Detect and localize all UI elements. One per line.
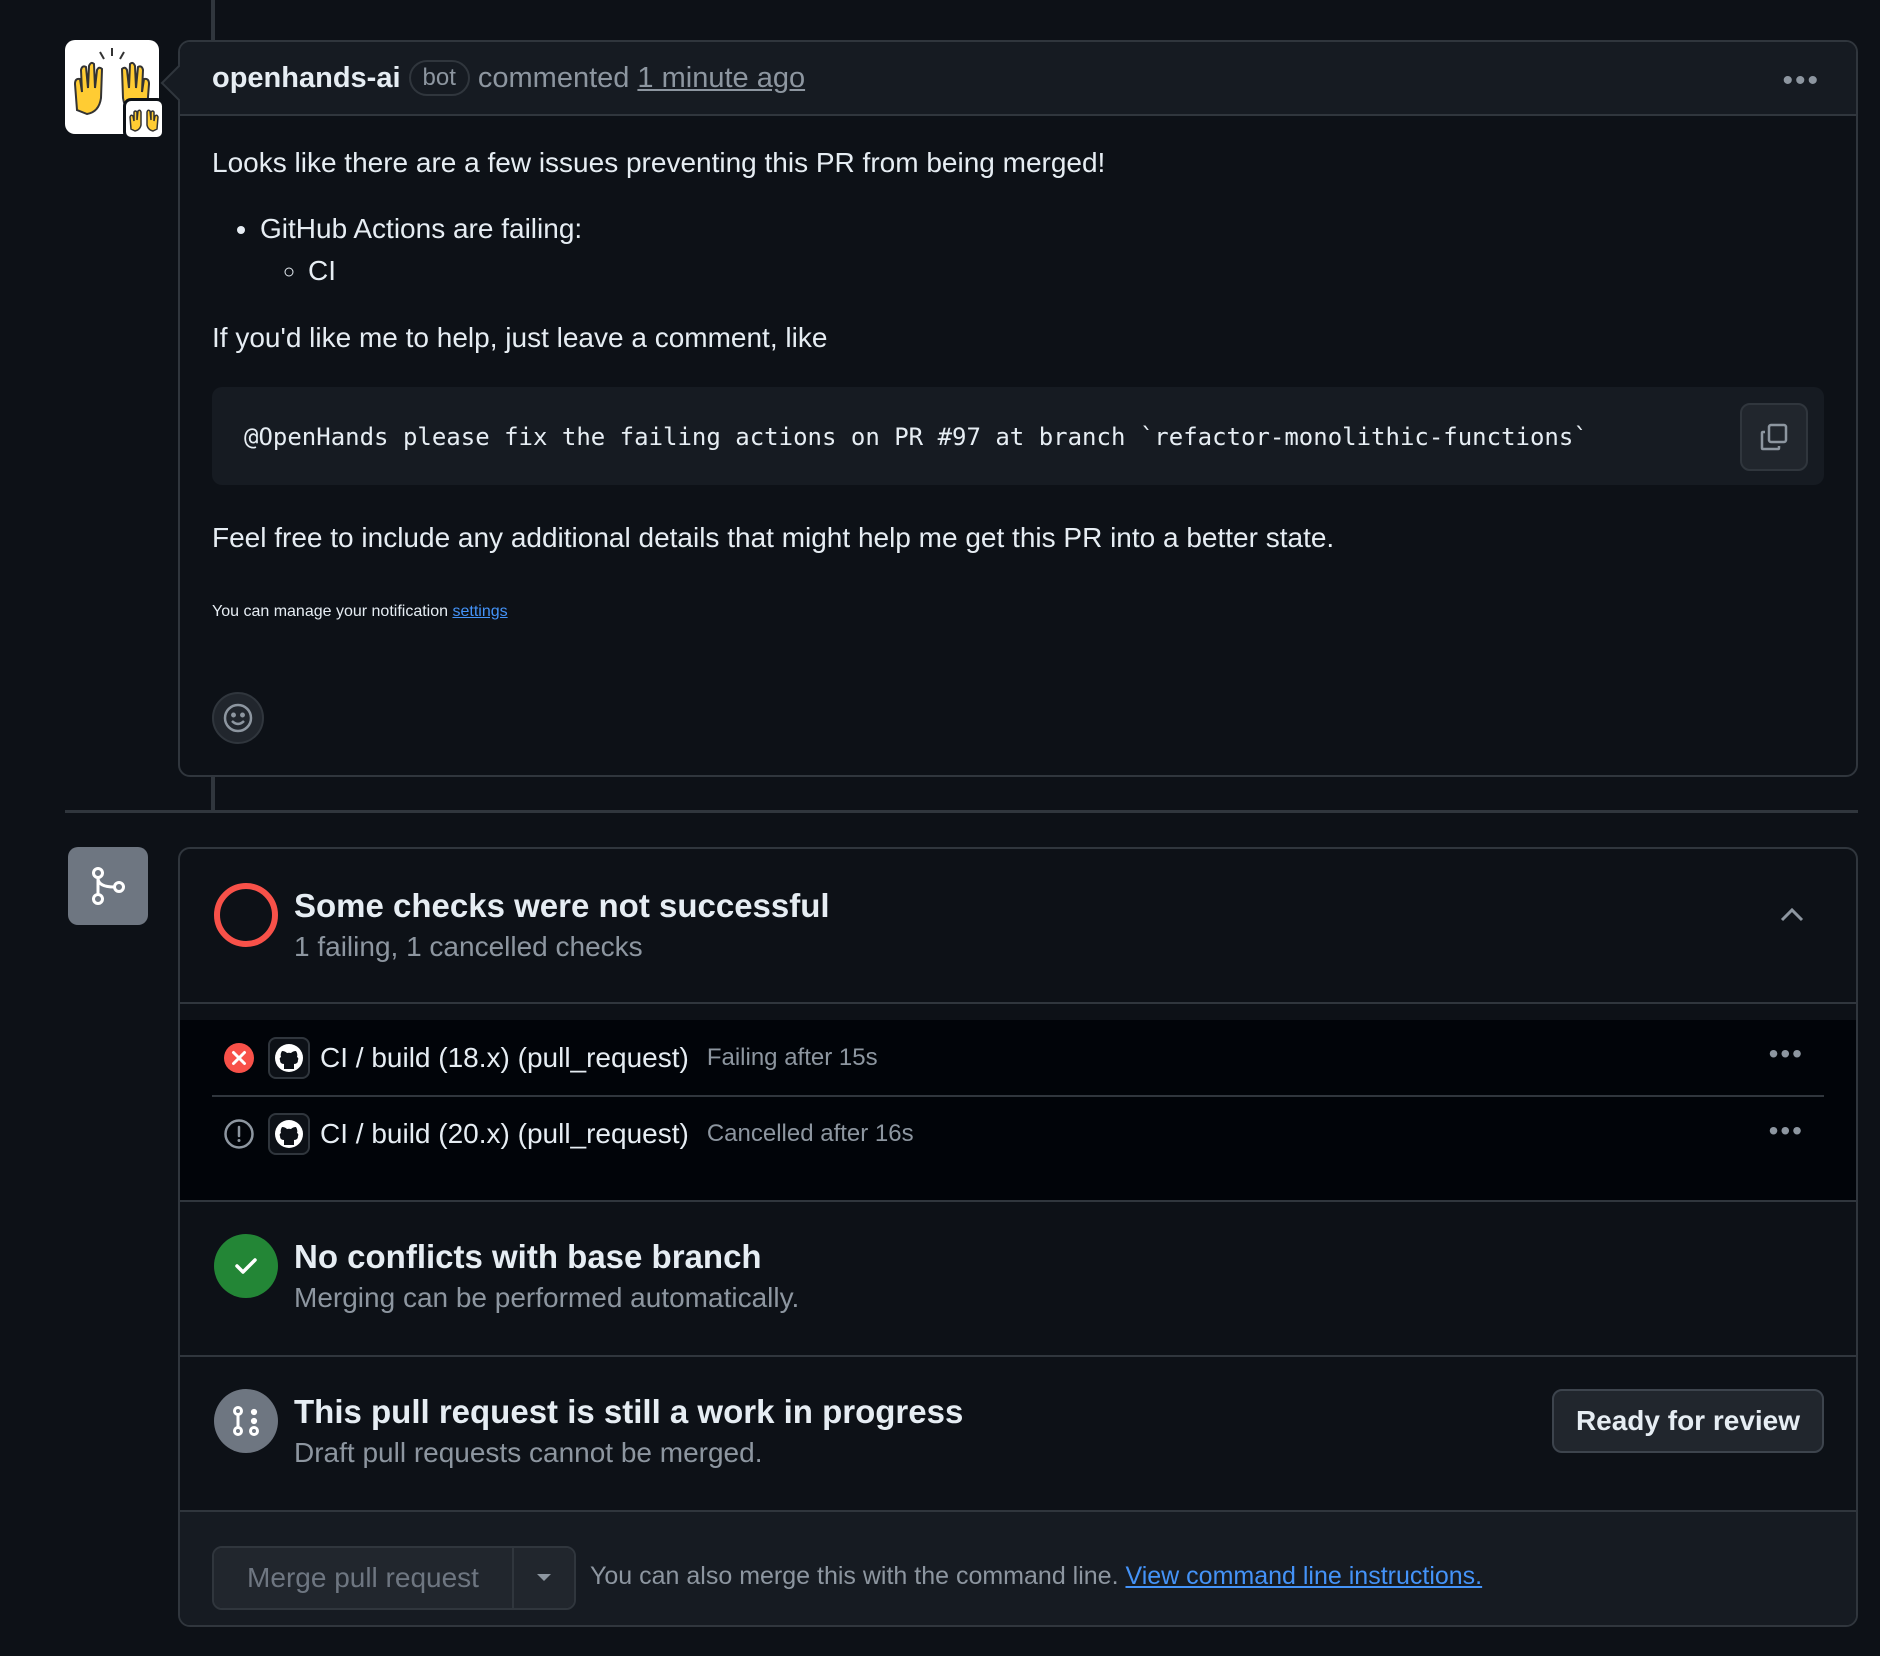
draft-section: This pull request is still a work in pro…	[180, 1357, 1856, 1512]
timeline-divider	[65, 810, 1858, 813]
github-logo-icon	[268, 1112, 310, 1155]
triangle-down-icon	[537, 1574, 551, 1581]
comment-body: Looks like there are a few issues preven…	[180, 116, 1856, 623]
bot-mini-avatar	[123, 98, 165, 140]
issue-sublist: CI	[260, 252, 1824, 290]
check-row[interactable]: CI / build (18.x) (pull_request) Failing…	[212, 1020, 1824, 1095]
chevron-up-icon[interactable]	[1778, 905, 1806, 925]
ready-for-review-button[interactable]: Ready for review	[1552, 1389, 1824, 1453]
conflicts-text: No conflicts with base branch Merging ca…	[294, 1238, 799, 1314]
git-branch-icon	[92, 867, 125, 905]
bot-avatar[interactable]	[65, 40, 165, 140]
bot-badge: bot	[408, 60, 470, 96]
comment-closing: Feel free to include any additional deta…	[212, 522, 1335, 554]
check-name[interactable]: CI / build (18.x) (pull_request)	[320, 1042, 689, 1074]
issue-list: GitHub Actions are failing: CI	[212, 210, 1824, 290]
bot-comment: openhands-ai bot commented 1 minute ago …	[178, 40, 1858, 777]
checks-subtitle: 1 failing, 1 cancelled checks	[294, 931, 643, 962]
timeline-line-mid	[211, 777, 215, 810]
checks-title: Some checks were not successful	[294, 887, 830, 924]
code-text[interactable]: @OpenHands please fix the failing action…	[244, 423, 1588, 451]
merge-pull-request-button[interactable]: Merge pull request	[214, 1548, 512, 1608]
merge-status-icon	[68, 847, 148, 925]
comment-intro: Looks like there are a few issues preven…	[212, 147, 1106, 178]
check-name[interactable]: CI / build (20.x) (pull_request)	[320, 1118, 689, 1150]
code-block: @OpenHands please fix the failing action…	[212, 387, 1824, 486]
merge-action-row: Merge pull request You can also merge th…	[180, 1512, 1856, 1625]
check-options-icon[interactable]: •••	[1769, 1040, 1804, 1068]
merge-box: Some checks were not successful 1 failin…	[178, 847, 1858, 1627]
command-line-instructions-link[interactable]: View command line instructions.	[1125, 1562, 1482, 1590]
copy-button[interactable]	[1740, 403, 1808, 472]
checks-summary[interactable]: Some checks were not successful 1 failin…	[180, 849, 1856, 1004]
settings-link[interactable]: settings	[452, 603, 507, 620]
draft-text: This pull request is still a work in pro…	[294, 1393, 963, 1469]
comment-help: If you'd like me to help, just leave a c…	[212, 322, 828, 354]
comment-header: openhands-ai bot commented 1 minute ago …	[180, 42, 1856, 116]
check-row[interactable]: CI / build (20.x) (pull_request) Cancell…	[212, 1095, 1824, 1170]
merge-command-line-note: You can also merge this with the command…	[590, 1562, 1482, 1591]
comment-options-icon[interactable]: •••	[1782, 66, 1820, 96]
merge-note-text: You can also merge this with the command…	[590, 1562, 1119, 1590]
notification-note-text: You can manage your notification	[212, 602, 449, 620]
conflicts-section: No conflicts with base branch Merging ca…	[180, 1202, 1856, 1357]
conflicts-subtitle: Merging can be performed automatically.	[294, 1282, 800, 1313]
draft-subtitle: Draft pull requests cannot be merged.	[294, 1437, 763, 1468]
issue-item-label: GitHub Actions are failing:	[260, 212, 583, 244]
checks-summary-text: Some checks were not successful 1 failin…	[294, 887, 830, 963]
timeline-line-top	[211, 0, 215, 40]
conflicts-title: No conflicts with base branch	[294, 1238, 762, 1275]
failed-x-icon	[222, 1041, 256, 1075]
github-logo-icon	[268, 1036, 310, 1079]
add-reaction-button[interactable]	[212, 692, 264, 744]
notification-note: You can manage your notification setting…	[212, 601, 1824, 623]
issue-subitem: CI	[308, 252, 1824, 290]
check-status: Cancelled after 16s	[706, 1119, 914, 1147]
git-pull-request-draft-icon	[214, 1389, 278, 1453]
comment-action: commented	[477, 61, 630, 94]
smiley-icon	[223, 703, 253, 733]
cancelled-alert-icon	[222, 1117, 256, 1151]
issue-item: GitHub Actions are failing: CI	[260, 210, 1824, 290]
failing-status-icon	[214, 883, 278, 947]
draft-title: This pull request is still a work in pro…	[294, 1393, 964, 1430]
hands-mini-icon	[129, 109, 159, 132]
check-list: CI / build (18.x) (pull_request) Failing…	[180, 1020, 1856, 1202]
copy-icon	[1760, 423, 1788, 451]
comment-author-link[interactable]: openhands-ai	[212, 62, 401, 95]
check-status: Failing after 15s	[706, 1043, 878, 1071]
check-circle-icon	[214, 1234, 278, 1298]
check-options-icon[interactable]: •••	[1769, 1117, 1804, 1145]
merge-button-group: Merge pull request	[212, 1546, 576, 1610]
merge-options-dropdown[interactable]	[512, 1548, 574, 1608]
comment-timestamp-link[interactable]: 1 minute ago	[637, 62, 805, 95]
